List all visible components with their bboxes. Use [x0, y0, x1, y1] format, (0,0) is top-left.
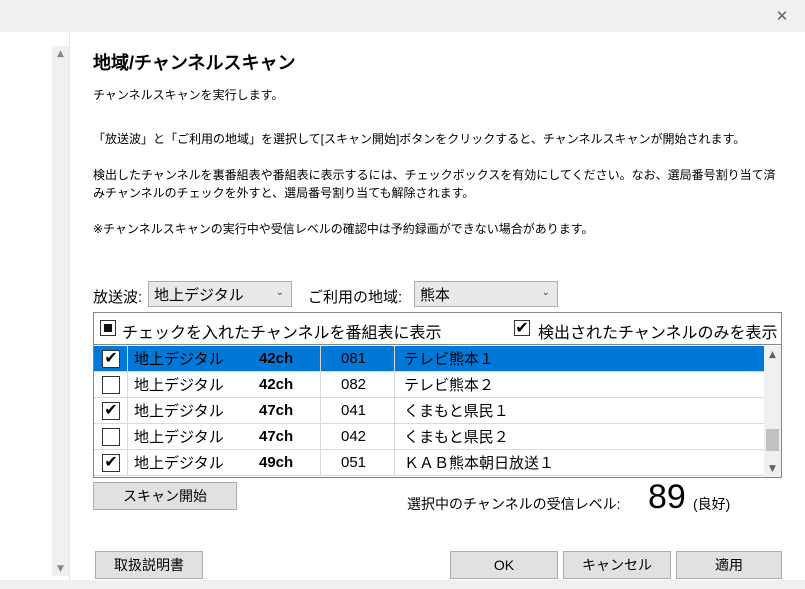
channel-name: テレビ熊本１ — [404, 351, 495, 368]
description-recording-warning: ※チャンネルスキャンの実行中や受信レベルの確認中は予約録画ができない場合がありま… — [93, 222, 594, 236]
apply-button[interactable]: 適用 — [676, 551, 782, 579]
channel-wave: 地上デジタル — [134, 455, 224, 472]
scroll-down-icon[interactable]: ▼ — [52, 561, 69, 576]
title-bar: ✕ — [0, 0, 805, 32]
scroll-thumb[interactable] — [766, 429, 779, 451]
left-nav-pane: ▲ ▼ — [0, 32, 70, 580]
close-icon[interactable]: ✕ — [759, 0, 805, 32]
scan-start-button[interactable]: スキャン開始 — [93, 482, 237, 510]
description-intro: チャンネルスキャンを実行します。 — [93, 88, 284, 102]
detected-only-checkbox[interactable]: ✔ — [514, 320, 530, 336]
channel-physical: 47ch — [259, 402, 294, 419]
channel-number: 051 — [341, 454, 367, 471]
channel-checkbox[interactable]: ✔ — [102, 350, 120, 368]
show-checked-label: チェックを入れたチャンネルを番組表に表示 — [122, 325, 442, 342]
channel-physical: 42ch — [259, 350, 294, 367]
channel-wave: 地上デジタル — [134, 429, 224, 446]
channel-physical: 42ch — [259, 376, 294, 393]
channel-name: くまもと県民２ — [404, 429, 509, 446]
scroll-down-icon[interactable]: ▼ — [764, 460, 781, 477]
channel-row[interactable]: ✔ 地上デジタル 42ch 081 テレビ熊本１ — [94, 346, 764, 372]
signal-level-quality: (良好) — [693, 496, 731, 512]
wave-select-value: 地上デジタル — [154, 286, 244, 304]
check-icon: ✔ — [104, 350, 118, 367]
signal-level-value: 89 — [648, 478, 686, 516]
wave-label: 放送波: — [93, 289, 143, 306]
channel-number: 081 — [341, 350, 367, 367]
region-select-value: 熊本 — [420, 286, 451, 304]
channel-rows: ✔ 地上デジタル 42ch 081 テレビ熊本１ 地上デジタル 42ch 082… — [94, 346, 764, 477]
left-pane-scrollbar[interactable]: ▲ ▼ — [52, 46, 69, 576]
channel-wave: 地上デジタル — [134, 351, 224, 368]
region-select[interactable]: 熊本 ⌄ — [414, 281, 558, 307]
cancel-button[interactable]: キャンセル — [563, 551, 671, 579]
channel-list-header: チェックを入れたチャンネルを番組表に表示 ✔ 検出されたチャンネルのみを表示 — [94, 313, 781, 345]
channel-number: 082 — [341, 376, 367, 393]
channel-checkbox[interactable]: ✔ — [102, 402, 120, 420]
channel-checkbox[interactable]: ✔ — [102, 454, 120, 472]
channel-checkbox[interactable] — [102, 376, 120, 394]
channel-name: くまもと県民１ — [404, 403, 509, 420]
channel-row[interactable]: ✔ 地上デジタル 49ch 051 ＫＡＢ熊本朝日放送１ — [94, 450, 764, 476]
channel-physical: 49ch — [259, 454, 294, 471]
channel-row[interactable]: 地上デジタル 47ch 042 くまもと県民２ — [94, 424, 764, 450]
description-scan-instructions: 「放送波」と「ご利用の地域」を選択して[スキャン開始]ボタンをクリックすると、チ… — [93, 132, 746, 146]
channel-name: テレビ熊本２ — [404, 377, 495, 394]
page-title: 地域/チャンネルスキャン — [93, 53, 296, 73]
chevron-down-icon: ⌄ — [541, 287, 550, 298]
region-label: ご利用の地域: — [308, 289, 403, 306]
description-checkbox-note: 検出したチャンネルを裏番組表や番組表に表示するには、チェックボックスを有効にして… — [93, 168, 776, 200]
chevron-down-icon: ⌄ — [275, 287, 284, 298]
bottom-edge — [0, 580, 805, 589]
channel-physical: 47ch — [259, 428, 294, 445]
scroll-up-icon[interactable]: ▲ — [52, 46, 69, 61]
channel-checkbox[interactable] — [102, 428, 120, 446]
channel-list-scrollbar[interactable]: ▲ ▼ — [764, 346, 781, 477]
wave-select[interactable]: 地上デジタル ⌄ — [148, 281, 292, 307]
channel-number: 042 — [341, 428, 367, 445]
show-checked-checkbox[interactable] — [100, 320, 116, 336]
channel-number: 041 — [341, 402, 367, 419]
channel-name: ＫＡＢ熊本朝日放送１ — [404, 455, 555, 472]
ok-button[interactable]: OK — [450, 551, 558, 579]
check-icon: ✔ — [515, 318, 529, 337]
channel-wave: 地上デジタル — [134, 403, 224, 420]
channel-list: チェックを入れたチャンネルを番組表に表示 ✔ 検出されたチャンネルのみを表示 ✔… — [93, 312, 782, 478]
check-icon: ✔ — [104, 454, 118, 471]
channel-row[interactable]: ✔ 地上デジタル 47ch 041 くまもと県民１ — [94, 398, 764, 424]
signal-level-label: 選択中のチャンネルの受信レベル: — [407, 496, 621, 512]
channel-wave: 地上デジタル — [134, 377, 224, 394]
check-icon: ✔ — [104, 402, 118, 419]
detected-only-label: 検出されたチャンネルのみを表示 — [538, 325, 778, 342]
channel-row[interactable]: 地上デジタル 42ch 082 テレビ熊本２ — [94, 372, 764, 398]
manual-button[interactable]: 取扱説明書 — [95, 551, 203, 579]
scroll-up-icon[interactable]: ▲ — [764, 346, 781, 363]
